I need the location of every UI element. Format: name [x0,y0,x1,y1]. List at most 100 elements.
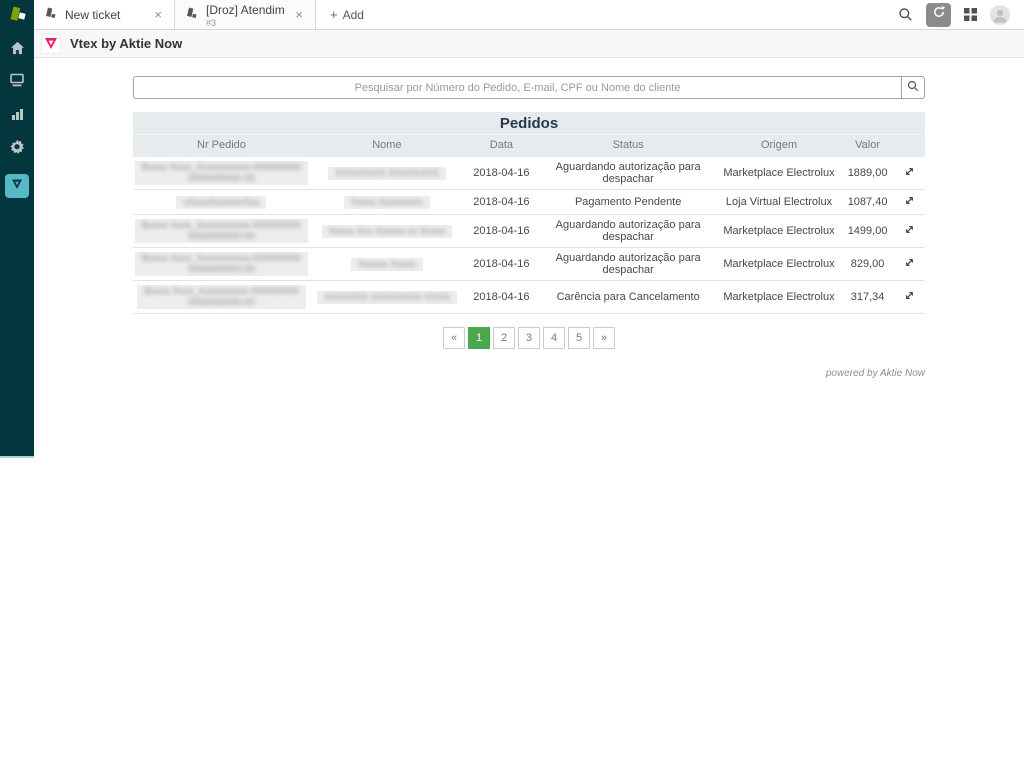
column-header-valor: Valor [841,135,895,157]
refresh-icon [932,5,946,24]
pagination-page-1[interactable]: 1 [468,327,490,349]
add-tab-label: Add [343,8,364,22]
table-row: Bxxxx-Xxxx_Xxxxxxxxxxx-00000000000000000… [133,157,925,190]
customer-name-redacted: Xxxxxx Xxxxx [351,258,423,271]
order-search-input[interactable] [133,76,901,99]
pagination-page-2[interactable]: 2 [493,327,515,349]
expand-order-icon[interactable] [903,289,916,302]
order-origin: Loja Virtual Electrolux [717,190,840,215]
expand-order-icon[interactable] [903,165,916,178]
sidebar-item-admin[interactable] [5,139,29,159]
tab-label: New ticket [65,8,120,22]
orders-panel: Pedidos Nr Pedido Nome Data Status Orige… [133,112,925,314]
order-origin: Marketplace Electrolux [717,157,840,190]
order-date: 2018-04-16 [464,248,539,281]
tab-droz-atendimento[interactable]: [Droz] Atendimento #3 × [175,0,316,29]
close-icon[interactable]: × [293,7,305,22]
search-icon [907,80,919,95]
table-row: Bxxxx-Xxxx_Xxxxxxxxxxx-00000000000000000… [133,248,925,281]
ticket-icon [185,6,198,24]
pagination-page-5[interactable]: 5 [568,327,590,349]
orders-table: Nr Pedido Nome Data Status Origem Valor … [133,135,925,313]
sidebar-item-reports[interactable] [5,106,29,126]
customer-name-redacted: XXXXXXX XXXXXXXX-XXXX [317,291,457,304]
topbar-spacer [378,0,898,29]
app-header-bar: Vtex by Aktie Now [34,30,1024,58]
order-status: Aguardando autorização para despachar [539,248,717,281]
order-origin: Marketplace Electrolux [717,215,840,248]
order-value: 1889,00 [841,157,895,190]
column-header-nr-pedido: Nr Pedido [133,135,310,157]
order-value: 829,00 [841,248,895,281]
home-icon [10,41,25,60]
main-content: Pedidos Nr Pedido Nome Data Status Orige… [34,58,1024,768]
powered-by-label: powered by Aktie Now [133,368,925,379]
expand-order-icon[interactable] [903,223,916,236]
order-date: 2018-04-16 [464,157,539,190]
column-header-status: Status [539,135,717,157]
order-number-redacted: Bxxxx-Xxxx_Xxxxxxxxxxx-00000000000000000… [135,161,308,185]
order-date: 2018-04-16 [464,190,539,215]
table-row: Bxxxx-Xxxx_Xxxxxxxxxx-000000000000000000… [133,281,925,314]
customer-name-redacted: XXXXXXXX XXXXXXXX [328,167,446,180]
ticket-icon [44,6,57,24]
customer-name-redacted: Xxxxx Xxx Xxxxxx xx Xxxxx [322,225,453,238]
views-icon [9,73,25,93]
tab-subtitle: #3 [206,19,285,28]
zendesk-logo-icon[interactable] [0,0,34,30]
order-origin: Marketplace Electrolux [717,248,840,281]
tab-new-ticket[interactable]: New ticket × [34,0,175,29]
order-status: Aguardando autorização para despachar [539,215,717,248]
order-number-redacted: Bxxxx-Xxxx_Xxxxxxxxxxx-00000000000000000… [135,219,308,243]
order-number-redacted: Bxxxx-Xxxx_Xxxxxxxxxxx-00000000000000000… [135,252,308,276]
close-icon[interactable]: × [152,7,164,22]
user-avatar[interactable] [990,5,1010,25]
order-date: 2018-04-16 [464,281,539,314]
orders-panel-heading: Pedidos [133,112,925,135]
expand-order-icon[interactable] [903,256,916,269]
column-header-nome: Nome [310,135,464,157]
table-row: xXxxxXxxxxxxXxx Xxxxx Xxxxxxxxx 2018-04-… [133,190,925,215]
gear-icon [9,139,25,160]
pagination: « 1 2 3 4 5 » [133,327,925,349]
tab-label: [Droz] Atendimento [206,3,285,17]
column-header-origem: Origem [717,135,840,157]
page-title: Pedidos [500,115,558,132]
vtex-logo-icon [42,35,60,53]
add-tab-button[interactable]: + Add [316,0,378,29]
top-tab-bar: New ticket × [Droz] Atendimento #3 × + A… [34,0,1024,30]
sidebar [0,0,34,458]
expand-order-icon[interactable] [903,194,916,207]
table-row: Bxxxx-Xxxx_Xxxxxxxxxxx-00000000000000000… [133,215,925,248]
sidebar-item-vtex-app[interactable] [5,174,29,198]
pagination-page-4[interactable]: 4 [543,327,565,349]
app-title: Vtex by Aktie Now [70,36,182,51]
plus-icon: + [330,7,338,22]
reload-apps-button[interactable] [926,3,951,27]
table-header-row: Nr Pedido Nome Data Status Origem Valor [133,135,925,157]
sidebar-item-views[interactable] [5,73,29,93]
order-search-button[interactable] [901,76,925,99]
pagination-next[interactable]: » [593,327,615,349]
customer-name-redacted: Xxxxx Xxxxxxxxx [344,196,430,209]
vtex-app-icon [11,177,23,195]
order-status: Carência para Cancelamento [539,281,717,314]
order-value: 1499,00 [841,215,895,248]
column-header-actions [895,135,926,157]
column-header-data: Data [464,135,539,157]
bar-chart-icon [10,107,25,126]
order-number-redacted: xXxxxXxxxxxxXxx [176,196,266,209]
order-number-redacted: Bxxxx-Xxxx_Xxxxxxxxxx-000000000000000000… [137,285,305,309]
order-value: 317,34 [841,281,895,314]
search-icon[interactable] [898,7,913,22]
order-status: Aguardando autorização para despachar [539,157,717,190]
apps-grid-icon[interactable] [964,8,977,21]
order-origin: Marketplace Electrolux [717,281,840,314]
order-search-group [133,76,925,99]
pagination-prev[interactable]: « [443,327,465,349]
pagination-page-3[interactable]: 3 [518,327,540,349]
order-value: 1087,40 [841,190,895,215]
sidebar-item-home[interactable] [5,40,29,60]
order-status: Pagamento Pendente [539,190,717,215]
order-date: 2018-04-16 [464,215,539,248]
